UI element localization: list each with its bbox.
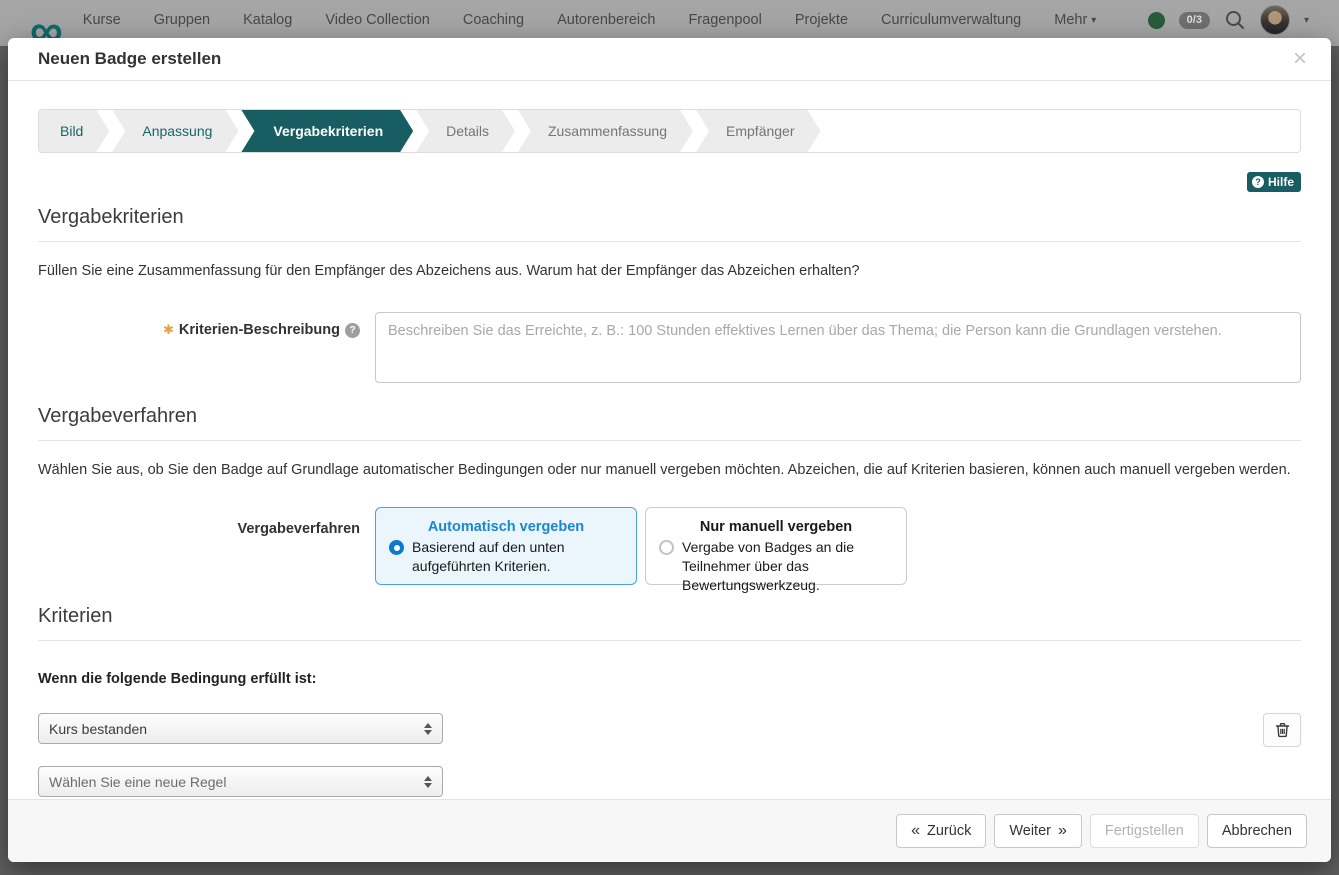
modal-footer: « Zurück Weiter » Fertigstellen Abbreche… [8,799,1331,862]
create-badge-modal: Neuen Badge erstellen × Bild Anpassung V… [8,38,1331,862]
modal-title: Neuen Badge erstellen [38,49,221,69]
award-intro-text: Wählen Sie aus, ob Sie den Badge auf Gru… [38,462,1301,478]
section-heading-vergabekriterien: Vergabekriterien [38,206,1301,242]
step-bild[interactable]: Bild [39,110,109,152]
rule-row: Kurs bestanden [38,713,1301,747]
chevron-down-icon: ▾ [1091,15,1096,26]
option-card-automatic[interactable]: Automatisch vergeben Basierend auf den u… [375,507,637,585]
modal-header: Neuen Badge erstellen × [8,38,1331,81]
required-asterisk-icon: ✱ [163,322,174,338]
step-anpassung[interactable]: Anpassung [112,110,238,152]
select-updown-icon [424,776,432,788]
next-button[interactable]: Weiter » [994,814,1082,848]
navbar-right-cluster: 0/3 ▾ [1148,5,1309,35]
cancel-button[interactable]: Abbrechen [1207,814,1307,848]
step-zusammenfassung[interactable]: Zusammenfassung [518,110,693,152]
status-dot-icon [1148,12,1165,29]
nav-item-coaching[interactable]: Coaching [463,12,524,28]
back-button[interactable]: « Zurück [896,814,986,848]
nav-item-gruppen[interactable]: Gruppen [154,12,210,28]
select-updown-icon [424,723,432,735]
modal-body: Bild Anpassung Vergabekriterien Details … [8,81,1331,799]
step-vergabekriterien[interactable]: Vergabekriterien [241,110,413,152]
delete-rule-button[interactable] [1263,713,1301,747]
radio-selected-icon[interactable] [389,540,404,555]
avatar-dropdown-caret-icon[interactable]: ▾ [1304,15,1309,26]
new-rule-row: Wählen Sie eine neue Regel [38,766,1301,797]
nav-item-video-collection[interactable]: Video Collection [325,12,430,28]
section-heading-vergabeverfahren: Vergabeverfahren [38,405,1301,441]
double-chevron-right-icon: » [1058,822,1067,840]
trash-icon [1275,722,1290,738]
criteria-intro-text: Füllen Sie eine Zusammenfassung für den … [38,263,1301,279]
finish-button: Fertigstellen [1090,814,1199,848]
criteria-description-label: ✱ Kriterien-Beschreibung ? [163,312,360,338]
nav-item-mehr[interactable]: Mehr ▾ [1054,12,1096,28]
nav-item-curriculumverwaltung[interactable]: Curriculumverwaltung [881,12,1021,28]
field-help-icon[interactable]: ? [345,323,360,338]
new-rule-select-value: Wählen Sie eine neue Regel [49,774,424,790]
option-description: Basierend auf den unten aufgeführten Kri… [412,538,623,576]
notification-counter-badge[interactable]: 0/3 [1179,12,1210,29]
question-circle-icon: ? [1252,176,1264,188]
nav-item-projekte[interactable]: Projekte [795,12,848,28]
close-icon[interactable]: × [1293,47,1307,71]
step-details[interactable]: Details [416,110,515,152]
option-title: Nur manuell vergeben [659,519,893,535]
criteria-description-row: ✱ Kriterien-Beschreibung ? [38,312,1301,383]
option-card-manual[interactable]: Nur manuell vergeben Vergabe von Badges … [645,507,907,585]
award-method-row: Vergabeverfahren Automatisch vergeben Ba… [38,507,1301,585]
search-icon[interactable] [1224,9,1246,31]
condition-label: Wenn die folgende Bedingung erfüllt ist: [38,671,1301,687]
nav-item-kurse[interactable]: Kurse [83,12,121,28]
rule-select[interactable]: Kurs bestanden [38,713,443,744]
nav-item-autorenbereich[interactable]: Autorenbereich [557,12,655,28]
option-description: Vergabe von Badges an die Teilnehmer übe… [682,538,893,595]
step-empfaenger[interactable]: Empfänger [696,110,820,152]
user-avatar[interactable] [1260,5,1290,35]
radio-unselected-icon[interactable] [659,540,674,555]
criteria-description-textarea[interactable] [375,312,1301,383]
double-chevron-left-icon: « [911,822,920,840]
nav-item-fragenpool[interactable]: Fragenpool [688,12,761,28]
award-method-label: Vergabeverfahren [38,507,360,585]
new-rule-select[interactable]: Wählen Sie eine neue Regel [38,766,443,797]
help-button[interactable]: ? Hilfe [1247,172,1301,192]
help-button-label: Hilfe [1268,175,1294,189]
main-navigation: Kurse Gruppen Katalog Video Collection C… [83,12,1097,28]
nav-item-katalog[interactable]: Katalog [243,12,292,28]
rule-select-value: Kurs bestanden [49,721,424,737]
help-row: ? Hilfe [38,172,1301,192]
section-heading-kriterien: Kriterien [38,605,1301,641]
option-title: Automatisch vergeben [389,519,623,535]
wizard-stepbar: Bild Anpassung Vergabekriterien Details … [38,109,1301,153]
